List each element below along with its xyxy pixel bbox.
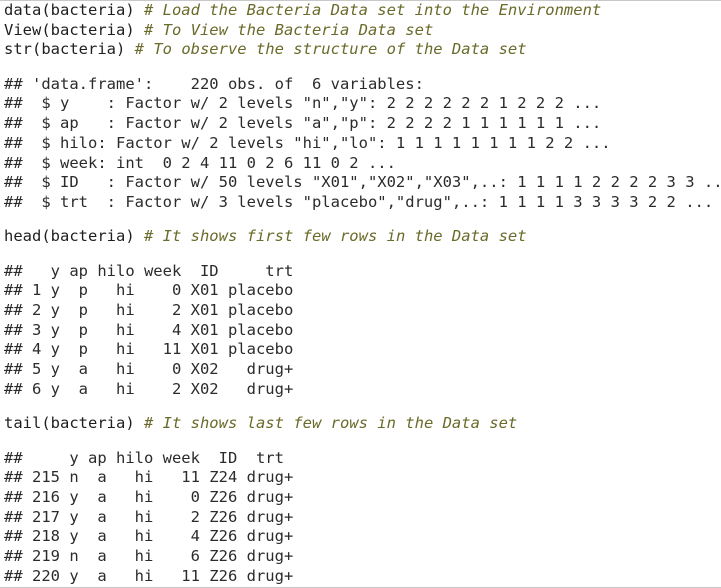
table-header-row: ## y ap hilo week ID trt — [4, 448, 284, 467]
code-text: head(bacteria) — [4, 227, 144, 246]
table-row: ## 5 y a hi 0 X02 drug+ — [4, 360, 294, 379]
table-row: ## 3 y p hi 4 X01 placebo — [4, 320, 294, 339]
table-row: ## 217 y a hi 2 Z26 drug+ — [4, 507, 294, 526]
code-block-load-view-str[interactable]: data(bacteria) # Load the Bacteria Data … — [4, 1, 720, 60]
code-text: data(bacteria) — [4, 1, 144, 19]
output-block-tail: ## y ap hilo week ID trt ## 215 n a hi 1… — [4, 449, 720, 587]
table-row: ## 220 y a hi 11 Z26 drug+ — [4, 566, 294, 585]
code-line-head[interactable]: head(bacteria) # It shows first few rows… — [4, 227, 720, 247]
output-line: ## 'data.frame': 220 obs. of 6 variables… — [4, 74, 424, 93]
table-row: ## 1 y p hi 0 X01 placebo — [4, 281, 294, 300]
table-header-row: ## y ap hilo week ID trt — [4, 261, 294, 280]
table-row: ## 216 y a hi 0 Z26 drug+ — [4, 487, 294, 506]
output-line: ## $ hilo: Factor w/ 2 levels "hi","lo":… — [4, 133, 611, 152]
code-comment: # To observe the structure of the Data s… — [134, 40, 527, 59]
table-row: ## 6 y a hi 2 X02 drug+ — [4, 379, 294, 398]
code-text: View(bacteria) — [4, 20, 144, 39]
code-block-tail[interactable]: tail(bacteria) # It shows last few rows … — [4, 414, 720, 434]
output-line: ## $ y : Factor w/ 2 levels "n","y": 2 2… — [4, 94, 602, 113]
output-line: ## $ ID : Factor w/ 50 levels "X01","X02… — [4, 173, 721, 192]
code-comment: # To View the Bacteria Data set — [143, 20, 434, 39]
code-line-str[interactable]: str(bacteria) # To observe the structure… — [4, 40, 720, 60]
output-block-str: ## 'data.frame': 220 obs. of 6 variables… — [4, 74, 721, 213]
code-line-view[interactable]: View(bacteria) # To View the Bacteria Da… — [4, 21, 720, 41]
code-line-tail[interactable]: tail(bacteria) # It shows last few rows … — [4, 414, 720, 434]
output-line: ## $ week: int 0 2 4 11 0 2 6 11 0 2 ... — [4, 153, 396, 172]
table-row: ## 215 n a hi 11 Z24 drug+ — [4, 468, 294, 487]
code-comment: # It shows last few rows in the Data set — [143, 414, 518, 433]
code-comment: # Load the Bacteria Data set into the En… — [143, 1, 602, 19]
table-row: ## 218 y a hi 4 Z26 drug+ — [4, 527, 294, 546]
table-row: ## 2 y p hi 2 X01 placebo — [4, 301, 294, 319]
r-output-pane[interactable]: data(bacteria) # Load the Bacteria Data … — [4, 1, 721, 587]
output-line: ## $ trt : Factor w/ 3 levels "placebo",… — [4, 192, 714, 211]
code-text: str(bacteria) — [4, 40, 135, 59]
code-block-head[interactable]: head(bacteria) # It shows first few rows… — [4, 227, 720, 247]
table-row: ## 4 y p hi 11 X01 placebo — [4, 340, 294, 359]
code-line-data[interactable]: data(bacteria) # Load the Bacteria Data … — [4, 1, 720, 21]
output-line: ## $ ap : Factor w/ 2 levels "a","p": 2 … — [4, 114, 602, 133]
output-block-head: ## y ap hilo week ID trt ## 1 y p hi 0 X… — [4, 262, 720, 400]
code-text: tail(bacteria) — [4, 414, 144, 433]
code-comment: # It shows first few rows in the Data se… — [143, 227, 527, 246]
table-row: ## 219 n a hi 6 Z26 drug+ — [4, 546, 294, 565]
